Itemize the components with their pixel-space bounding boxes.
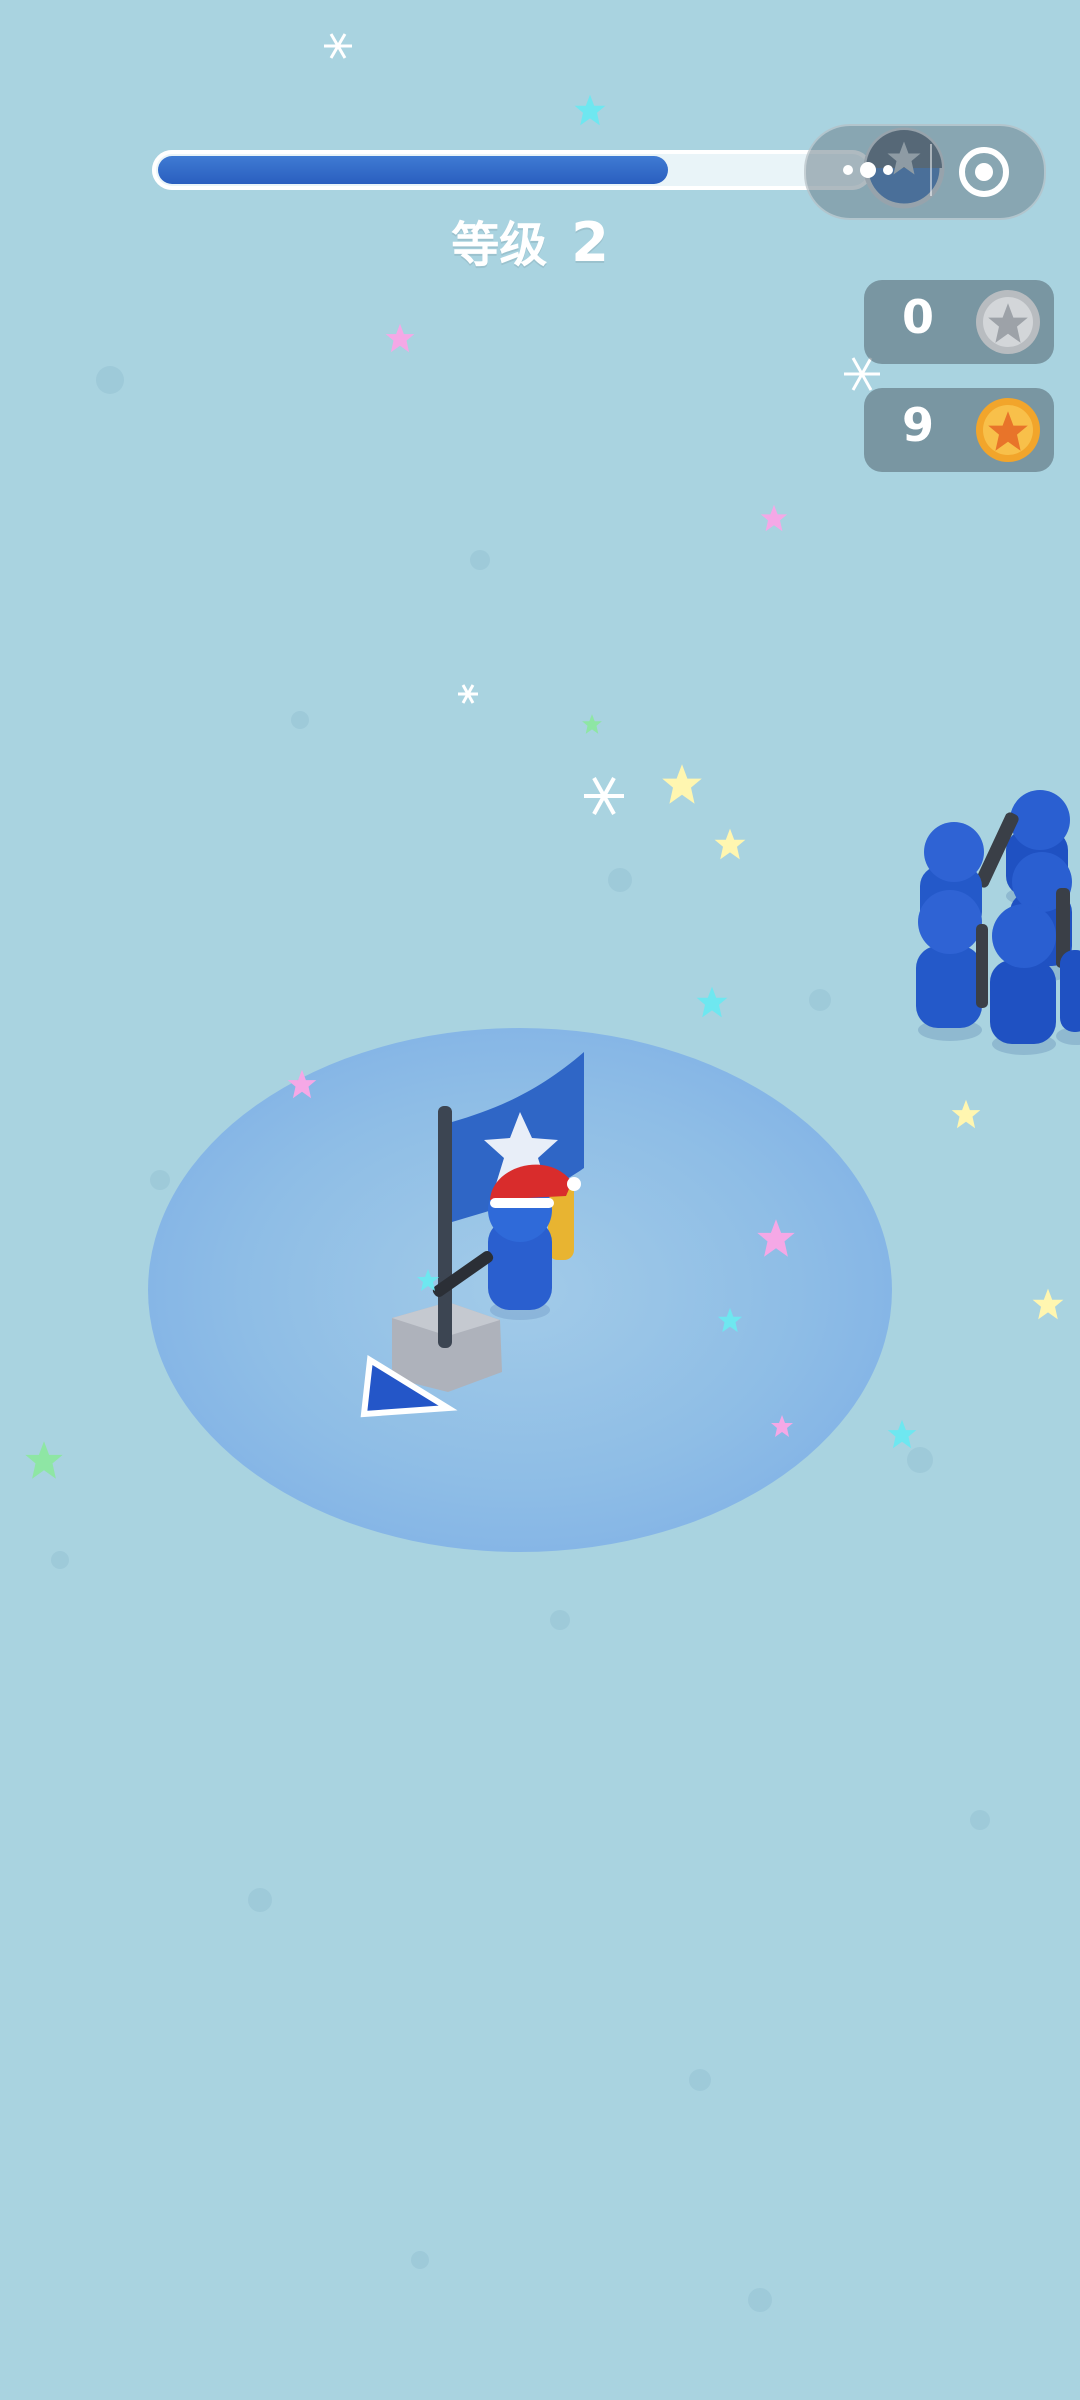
target-close-icon[interactable] xyxy=(956,144,1012,200)
enemy-soldier xyxy=(990,904,1056,1055)
level-number: 2 xyxy=(571,211,609,274)
silver-count: 0 xyxy=(901,290,934,344)
gold-star-coin-icon xyxy=(974,396,1042,464)
flag-pole xyxy=(438,1106,452,1348)
more-dots-icon[interactable] xyxy=(834,150,904,190)
level-progress-fill xyxy=(158,156,668,184)
enemy-soldier xyxy=(916,890,988,1041)
gold-star-counter: 9 xyxy=(864,388,1054,472)
level-label: 等级 xyxy=(451,217,548,273)
level-progress-bar xyxy=(152,150,872,190)
silver-star-coin-icon xyxy=(974,288,1042,356)
capsule-divider xyxy=(930,144,932,196)
silver-star-counter: 0 xyxy=(864,280,1054,364)
gold-count: 9 xyxy=(901,398,934,452)
